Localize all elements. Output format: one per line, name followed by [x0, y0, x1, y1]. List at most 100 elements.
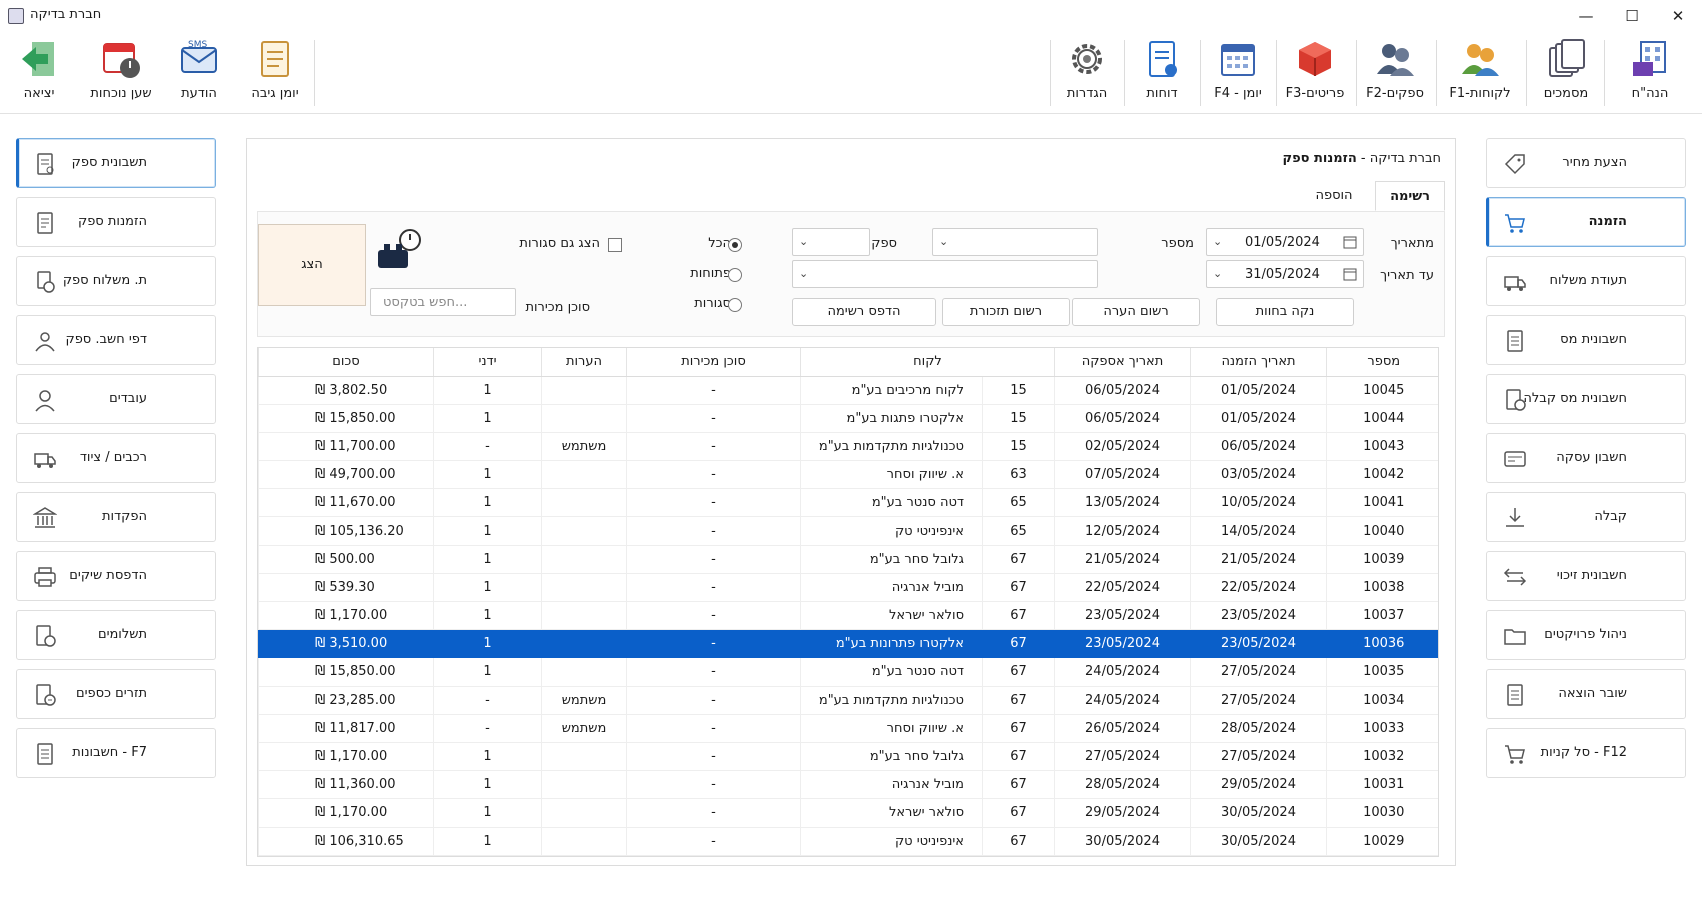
table-row[interactable]: 10040 14/05/2024 12/05/2024 65 אינפיניטי טק -…	[258, 516, 1438, 546]
sidebar-item-deal-account[interactable]: חשבון עסקה	[1486, 433, 1686, 483]
cell-amount: ₪ 3,802.50	[258, 376, 434, 405]
radio-closed[interactable]	[728, 298, 742, 312]
sidebar-item-cashflow[interactable]: תזרים כספים	[16, 669, 216, 719]
tab-add[interactable]: הוספה	[1299, 181, 1369, 211]
items-box-icon	[1294, 38, 1336, 80]
exit-button[interactable]: יציאה	[14, 38, 64, 110]
cell-amount: ₪ 1,170.00	[258, 601, 434, 631]
cell-sales-agent: -	[626, 770, 801, 800]
table-row[interactable]: 10043 06/05/2024 02/05/2024 15 טכנולגיות מתק…	[258, 432, 1438, 462]
table-row[interactable]: 10030 30/05/2024 29/05/2024 67 סולאר ישראל - 1…	[258, 798, 1438, 828]
table-row[interactable]: 10038 22/05/2024 22/05/2024 67 מוביל אנרגיה -…	[258, 573, 1438, 603]
close-button[interactable]: ✕	[1658, 4, 1698, 28]
toolbar-separator	[1200, 40, 1201, 106]
show-button[interactable]: הצג	[258, 224, 366, 306]
minimize-button[interactable]: —	[1566, 4, 1606, 28]
sidebar-item-receipt[interactable]: קבלה	[1486, 492, 1686, 542]
cell-manual: 1	[433, 488, 542, 518]
table-row[interactable]: 10032 27/05/2024 27/05/2024 67 גלובל סחר בע"…	[258, 742, 1438, 772]
suppliers-button[interactable]: F2-ספקים	[1360, 38, 1430, 110]
sidebar-item-supplier-invoice[interactable]: תשבונית ספק	[16, 138, 216, 188]
register-reminder-button[interactable]: רשום תזכורת	[942, 298, 1070, 326]
sidebar-item-tax-invoice[interactable]: חשבונית מס	[1486, 315, 1686, 365]
table-row[interactable]: 10036 23/05/2024 23/05/2024 67 אלקטרו פתרונו…	[258, 629, 1438, 659]
sidebar-item-price-quote[interactable]: הצעת מחיר	[1486, 138, 1686, 188]
table-row[interactable]: 10044 01/05/2024 06/05/2024 15 אלקטרו פתגות …	[258, 404, 1438, 433]
sidebar-item-supplier-account-pages[interactable]: דפי חשב. ספק	[16, 315, 216, 365]
sidebar-item-delivery-note[interactable]: תעודת משלוח	[1486, 256, 1686, 306]
toolbar-separator	[1356, 40, 1357, 106]
sidebar-item-supplier-orders[interactable]: הזמנות ספק	[16, 197, 216, 247]
radio-open[interactable]	[728, 268, 742, 282]
show-closed-checkbox[interactable]	[608, 238, 622, 252]
sidebar-item-tax-invoice-receipt[interactable]: חשבונית מס קבלה	[1486, 374, 1686, 424]
window-title: חברת בדיקה	[30, 7, 102, 22]
sales-agent-label: סוכן מכירות	[525, 300, 590, 315]
sidebar-item-check-printing[interactable]: הדפסת שיקים	[16, 551, 216, 601]
chevron-down-icon: ⌄	[799, 235, 809, 248]
register-note-button[interactable]: רשום הערה	[1072, 298, 1200, 326]
tab-list[interactable]: רשימה	[1375, 181, 1445, 211]
chevron-down-icon: ⌄	[939, 235, 949, 248]
customers-button[interactable]: F1-לקוחות	[1440, 38, 1520, 110]
sidebar-item-order[interactable]: הזמנה	[1486, 197, 1686, 247]
text-search-input[interactable]: חפש בטקסט...	[370, 288, 516, 316]
cell-number: 10041	[1326, 488, 1438, 518]
sidebar-item-supplier-delivery[interactable]: ת. משלוח ספק	[16, 256, 216, 306]
to-date-picker[interactable]: ⌄ 31/05/2024	[1206, 260, 1364, 288]
column-header-amount[interactable]: סכום	[258, 348, 434, 377]
table-row[interactable]: 10029 30/05/2024 30/05/2024 67 אינפיניטי טק -…	[258, 827, 1438, 856]
documents-button[interactable]: מסמכים	[1534, 38, 1598, 110]
table-row[interactable]: 10045 01/05/2024 06/05/2024 15 לקוח מרכיבים …	[258, 376, 1438, 405]
cell-supply-date: 13/05/2024	[1054, 488, 1191, 518]
cell-customer-name: אלקטרו פתגות בע"מ	[800, 404, 983, 433]
sidebar-item-deposits[interactable]: הפקדות	[16, 492, 216, 542]
column-header-supply-date[interactable]: תאריך אספקה	[1054, 348, 1191, 377]
sms-message-button[interactable]: SMS הודעת	[172, 38, 226, 110]
cell-amount: ₪ 3,510.00	[258, 629, 434, 659]
accounting-button[interactable]: הנה"ח	[1612, 38, 1688, 110]
supplier-select[interactable]: ⌄	[792, 228, 870, 256]
items-button[interactable]: F3-פריטים	[1280, 38, 1350, 110]
table-row[interactable]: 10041 10/05/2024 13/05/2024 65 דטה סנטר בע"מ…	[258, 488, 1438, 518]
clean-marks-button[interactable]: נקה בחוות	[1216, 298, 1354, 326]
sidebar-item-employees[interactable]: עובדים	[16, 374, 216, 424]
cell-number: 10035	[1326, 657, 1438, 687]
column-header-order-date[interactable]: תאריך הזמנה	[1190, 348, 1327, 377]
table-row[interactable]: 10039 21/05/2024 21/05/2024 67 גלובל סחר בע"…	[258, 545, 1438, 574]
column-header-manual[interactable]: ידני	[433, 348, 542, 377]
column-header-customer[interactable]: לקוח	[800, 348, 1055, 377]
sidebar-item-vehicles[interactable]: רכבים / ציוד	[16, 433, 216, 483]
column-header-number[interactable]: מספר	[1326, 348, 1438, 377]
table-row[interactable]: 10031 29/05/2024 28/05/2024 67 מוביל אנרגיה -…	[258, 770, 1438, 800]
from-date-picker[interactable]: ⌄ 01/05/2024	[1206, 228, 1364, 256]
invoice-icon	[37, 153, 54, 175]
calendar-icon	[1217, 38, 1259, 80]
sidebar-item-credit-invoice[interactable]: חשבונית זיכוי	[1486, 551, 1686, 601]
attendance-clock-button[interactable]: שען נוכחות	[86, 38, 156, 110]
radio-all[interactable]	[728, 238, 742, 252]
table-row[interactable]: 10037 23/05/2024 23/05/2024 67 סולאר ישראל -1…	[258, 601, 1438, 631]
reports-button[interactable]: דוחות	[1130, 38, 1194, 110]
sidebar-item-projects[interactable]: ניהול פרויקטים	[1486, 610, 1686, 660]
print-list-button[interactable]: הדפס רשימה	[792, 298, 936, 326]
sidebar-item-shopping-cart[interactable]: F12 - סל קניות	[1486, 728, 1686, 778]
number-select[interactable]: ⌄	[932, 228, 1098, 256]
column-header-sales-agent[interactable]: סוכן מכירות	[626, 348, 801, 377]
maximize-button[interactable]: ☐	[1612, 4, 1652, 28]
backup-log-button[interactable]: יומן גיבה	[242, 38, 308, 110]
sidebar-item-accounts-f7[interactable]: F7 - חשבונות	[16, 728, 216, 778]
sidebar-item-payments[interactable]: תשלומים	[16, 610, 216, 660]
column-header-notes[interactable]: הערות	[541, 348, 627, 377]
supplier-name-select[interactable]: ⌄	[792, 260, 1098, 288]
calendar-button[interactable]: F4 - יומן	[1206, 38, 1270, 110]
table-row[interactable]: 10034 27/05/2024 24/05/2024 67 טכנולגיות מתק…	[258, 686, 1438, 715]
table-row[interactable]: 10035 27/05/2024 24/05/2024 67 דטה סנטר בע"מ…	[258, 657, 1438, 687]
cell-customer-code: 67	[982, 657, 1055, 687]
sidebar-item-expense-voucher[interactable]: שובר הוצאה	[1486, 669, 1686, 719]
cell-sales-agent: -	[626, 432, 801, 462]
table-row[interactable]: 10042 03/05/2024 07/05/2024 63 א. שיווק וסחר…	[258, 460, 1438, 490]
delivery-doc-icon	[37, 271, 55, 293]
table-row[interactable]: 10033 28/05/2024 26/05/2024 67 א. שיווק וסחר…	[258, 714, 1438, 743]
settings-button[interactable]: הגדרות	[1056, 38, 1118, 110]
